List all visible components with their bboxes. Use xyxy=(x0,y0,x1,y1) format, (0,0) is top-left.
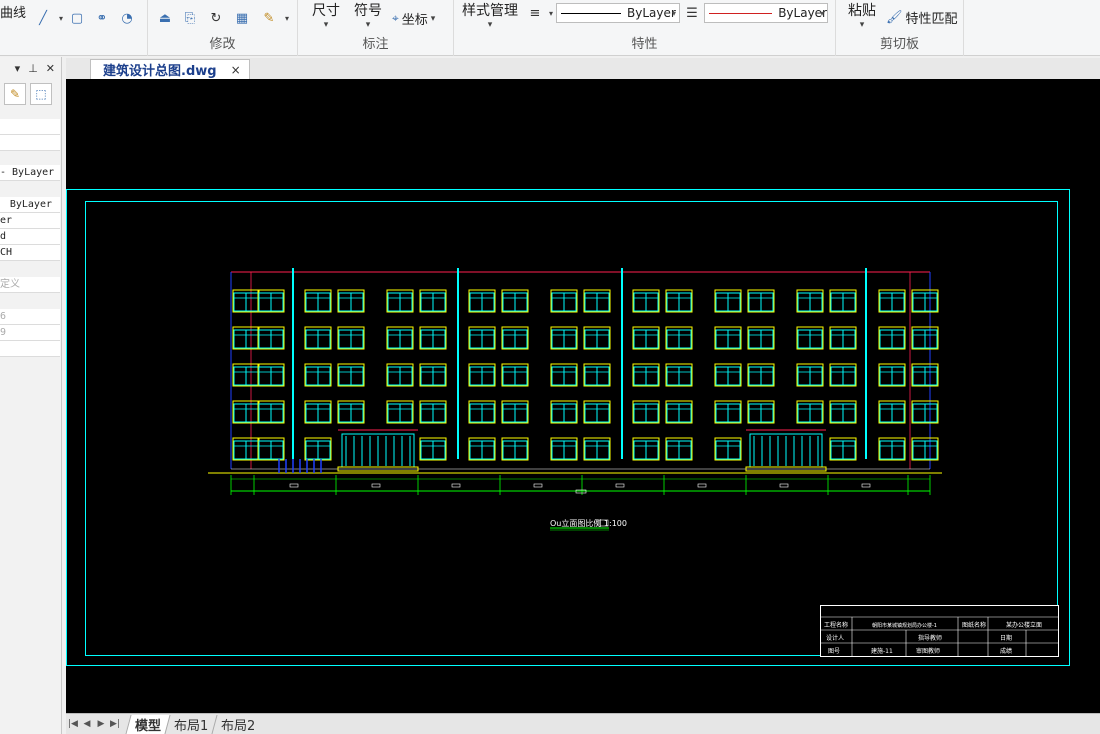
palette-tools: ✎ ⬚ xyxy=(0,79,61,109)
coordinate-icon: ⌖ xyxy=(392,11,399,25)
color-dropdown[interactable]: ByLayer ▾ xyxy=(704,3,828,23)
palette-row[interactable]: d xyxy=(0,229,60,245)
prev-layout-icon[interactable]: ◀ xyxy=(80,719,94,729)
rectangle-icon[interactable]: ▢ xyxy=(68,10,86,26)
ribbon-group-clipboard: 粘贴 ▾ 🖌 特性匹配 剪切板 xyxy=(836,0,964,56)
last-layout-icon[interactable]: ▶| xyxy=(108,719,122,729)
titleblock-cell: 成绩 xyxy=(1000,647,1012,655)
tab-model[interactable]: 模型 xyxy=(125,714,170,734)
titleblock-cell: 设计人 xyxy=(826,634,844,642)
palette-header: ▾ ⊥ ✕ xyxy=(0,57,61,79)
chevron-down-icon[interactable]: ▾ xyxy=(15,62,21,75)
ribbon-group-annotation: 尺寸 ▾ 符号 ▾ ⌖ 坐标 ▾ 标注 xyxy=(298,0,454,56)
titleblock-cell: 图号 xyxy=(828,648,840,655)
copy-icon[interactable]: ⎘ xyxy=(181,10,199,26)
coordinate-button[interactable]: ⌖ 坐标 ▾ xyxy=(392,9,435,28)
dimension-text xyxy=(451,483,461,488)
chevron-down-icon: ▾ xyxy=(430,13,436,24)
rotate-icon[interactable]: ↻ xyxy=(207,10,225,26)
match-properties-button[interactable]: 🖌 特性匹配 xyxy=(886,8,958,27)
line-tool-icon[interactable]: ╱ xyxy=(34,10,52,26)
dimension-text xyxy=(697,483,707,488)
titleblock-cell: 朝阳市某城镇规划局办公楼-1 xyxy=(872,622,937,629)
palette-row[interactable]: 9 xyxy=(0,325,60,341)
select-objects-icon[interactable]: ⬚ xyxy=(30,83,52,105)
dimension-text xyxy=(289,483,299,488)
palette-row[interactable]: 定义 xyxy=(0,277,60,293)
titleblock-cell: 工程名称 xyxy=(824,621,848,629)
pin-icon[interactable]: ⊥ xyxy=(28,62,38,75)
palette-row xyxy=(0,135,60,151)
close-icon[interactable]: × xyxy=(231,63,241,77)
tab-layout1[interactable]: 布局1 xyxy=(164,714,217,734)
dimension-button[interactable]: 尺寸 ▾ xyxy=(312,0,340,30)
titleblock-cell: 指导教师 xyxy=(918,634,942,642)
ribbon: 曲线 ╱ ▾ ▢ ⚭ ◔ ⏏ ⎘ ↻ ▦ ✎ ▾ 修改 尺寸 ▾ 符号 ▾ ⌖ 坐标… xyxy=(0,0,1100,56)
clipboard-group-label: 剪切板 xyxy=(879,37,919,52)
dimension-text xyxy=(371,483,381,488)
properties-palette: ▾ ⊥ ✕ ✎ ⬚ - ByLayer ByLayer er d CH 定义 6… xyxy=(0,57,62,734)
ribbon-group-modify: ⏏ ⎘ ↻ ▦ ✎ ▾ 修改 xyxy=(148,0,298,56)
palette-row[interactable]: CH xyxy=(0,245,60,261)
titleblock-cell: 某办公楼立面 xyxy=(1006,621,1042,629)
document-tab[interactable]: 建筑设计总图.dwg × xyxy=(90,59,250,79)
dimension-text xyxy=(533,483,543,488)
annotation-group-label: 标注 xyxy=(362,37,389,52)
document-tabbar: 建筑设计总图.dwg × xyxy=(66,58,1100,79)
nodes-icon[interactable]: ⚭ xyxy=(93,10,111,26)
cad-drawing: Ou立面图比例 1:100 工程名称 朝阳市某城镇规划局办公楼-1 图纸名称 某… xyxy=(66,189,1070,666)
titleblock-cell: 日期 xyxy=(1000,634,1012,642)
palette-row[interactable]: - ByLayer xyxy=(0,165,60,181)
brush-icon: 🖌 xyxy=(886,10,903,25)
titleblock-cell: 审图教师 xyxy=(916,647,940,655)
palette-row[interactable]: 6 xyxy=(0,309,60,325)
edit-icon[interactable]: ✎ xyxy=(260,10,278,26)
extend-icon[interactable]: ⏏ xyxy=(156,10,174,26)
curve-button[interactable]: 曲线 xyxy=(0,2,26,21)
close-icon[interactable]: ✕ xyxy=(46,62,55,75)
array-icon[interactable]: ▦ xyxy=(233,10,251,26)
symbol-button[interactable]: 符号 ▾ xyxy=(354,0,382,30)
next-layout-icon[interactable]: ▶ xyxy=(94,719,108,729)
linetype-dropdown[interactable]: ByLayer ▾ xyxy=(556,3,680,23)
dimension-text xyxy=(779,483,789,488)
palette-row xyxy=(0,341,60,357)
chevron-down-icon: ▾ xyxy=(671,8,676,18)
first-layout-icon[interactable]: |◀ xyxy=(66,719,80,729)
chevron-down-icon: ▾ xyxy=(819,8,824,18)
region-icon[interactable]: ◔ xyxy=(118,10,136,26)
style-manager-button[interactable]: 样式管理 ▾ xyxy=(462,0,518,30)
quick-select-icon[interactable]: ✎ xyxy=(4,83,26,105)
building-elevation xyxy=(208,268,942,527)
layout-tabbar: |◀ ◀ ▶ ▶| 模型 布局1 布局2 xyxy=(66,713,1100,734)
drawing-title-label: Ou立面图比例 1:100 xyxy=(550,518,627,528)
dimension-text xyxy=(615,483,625,488)
title-block: 工程名称 朝阳市某城镇规划局办公楼-1 图纸名称 某办公楼立面 设计人 指导教师… xyxy=(820,605,1059,657)
ribbon-group-draw: 曲线 ╱ ▾ ▢ ⚭ ◔ xyxy=(0,0,148,56)
paste-button[interactable]: 粘贴 ▾ xyxy=(848,0,876,30)
palette-row[interactable]: er xyxy=(0,213,60,229)
titleblock-cell: 建施-11 xyxy=(871,647,893,655)
drawing-canvas[interactable]: Ou立面图比例 1:100 工程名称 朝阳市某城镇规划局办公楼-1 图纸名称 某… xyxy=(66,79,1100,713)
linestyle-icon[interactable]: ☰ xyxy=(683,5,701,21)
palette-row[interactable]: ByLayer xyxy=(0,197,60,213)
properties-group-label: 特性 xyxy=(631,37,658,52)
dimension-text xyxy=(861,483,871,488)
ribbon-group-properties: 样式管理 ▾ ≡ ▾ ByLayer ▾ ☰ ByLayer ▾ 特性 xyxy=(454,0,836,56)
palette-row xyxy=(0,119,60,135)
titleblock-cell: 图纸名称 xyxy=(962,621,986,629)
dropdown-icon[interactable]: ▾ xyxy=(278,10,296,26)
sheet-outer-border xyxy=(66,189,1070,666)
modify-group-label: 修改 xyxy=(209,37,236,52)
tab-layout2[interactable]: 布局2 xyxy=(211,714,265,734)
